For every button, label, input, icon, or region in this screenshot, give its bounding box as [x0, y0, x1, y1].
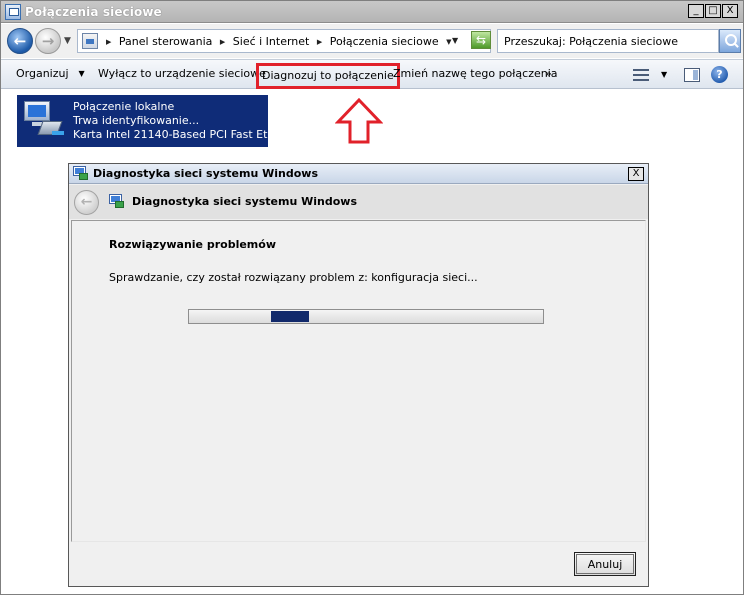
connection-adapter: Karta Intel 21140-Based PCI Fast Et...: [73, 128, 278, 141]
chevron-right-icon[interactable]: ▶: [106, 38, 111, 46]
address-row: ← → ▼ ▶ Panel sterowania ▶ Sieć i Intern…: [1, 24, 743, 58]
breadcrumb: ▶ Panel sterowania ▶ Sieć i Internet ▶ P…: [102, 35, 456, 48]
connection-name: Połączenie lokalne: [73, 100, 175, 113]
network-diagnostics-icon: [109, 194, 125, 209]
minimize-button[interactable]: _: [688, 4, 704, 18]
arrow-left-icon: ←: [80, 194, 93, 210]
network-connections-icon: [5, 4, 21, 20]
network-diagnostics-dialog: Diagnostyka sieci systemu Windows X ← Di…: [68, 163, 649, 587]
back-button[interactable]: ←: [7, 28, 33, 54]
change-view-icon[interactable]: [633, 68, 649, 82]
address-bar[interactable]: ▶ Panel sterowania ▶ Sieć i Internet ▶ P…: [77, 29, 491, 53]
history-dropdown-icon[interactable]: ▼: [64, 36, 71, 46]
dialog-back-button[interactable]: ←: [74, 190, 99, 215]
organize-menu[interactable]: Organizuj ▼: [16, 67, 85, 80]
disable-device-button[interactable]: Wyłącz to urządzenie sieciowe: [98, 67, 266, 80]
dialog-header: ← Diagnostyka sieci systemu Windows: [69, 185, 648, 219]
progress-marquee-chunk: [271, 311, 309, 322]
network-connections-window: Połączenia sieciowe _ □ X ← → ▼ ▶ Panel …: [0, 0, 744, 595]
breadcrumb-control-panel[interactable]: Panel sterowania: [119, 35, 213, 48]
list-item-local-connection[interactable]: Połączenie lokalne Trwa identyfikowanie.…: [17, 95, 278, 147]
section-heading: Rozwiązywanie problemów: [109, 238, 276, 251]
chevron-right-icon[interactable]: ▶: [220, 38, 225, 46]
chevron-down-icon: ▼: [78, 69, 85, 78]
refresh-button[interactable]: ⇆: [471, 31, 491, 49]
chevron-down-icon[interactable]: ▼: [446, 38, 451, 46]
refresh-icon: ⇆: [475, 33, 487, 47]
search-button[interactable]: [719, 29, 741, 53]
chevron-right-icon[interactable]: ▶: [317, 38, 322, 46]
dialog-header-title: Diagnostyka sieci systemu Windows: [132, 195, 358, 208]
cancel-button[interactable]: Anuluj: [574, 552, 636, 576]
command-bar: Organizuj ▼ Wyłącz to urządzenie sieciowe…: [1, 59, 743, 89]
preview-pane-icon[interactable]: [684, 68, 700, 82]
breadcrumb-network-internet[interactable]: Sieć i Internet: [233, 35, 310, 48]
progress-bar: [188, 309, 544, 324]
organize-label: Organizuj: [16, 67, 69, 80]
dialog-body: Rozwiązywanie problemów Sprawdzanie, czy…: [71, 220, 646, 542]
status-text: Sprawdzanie, czy został rozwiązany probl…: [109, 271, 478, 284]
connection-status: Trwa identyfikowanie...: [73, 114, 200, 127]
close-button[interactable]: X: [722, 4, 738, 18]
dialog-close-button[interactable]: X: [628, 167, 644, 181]
up-arrow-annotation-icon: [335, 98, 383, 144]
more-commands-button[interactable]: »: [545, 67, 552, 80]
forward-button[interactable]: →: [35, 28, 61, 54]
address-dropdown-icon[interactable]: ▼: [452, 36, 458, 45]
window-title: Połączenia sieciowe: [25, 5, 162, 19]
title-bar[interactable]: Połączenia sieciowe _ □ X: [1, 1, 743, 23]
network-diagnostics-icon: [73, 166, 89, 181]
search-box[interactable]: [497, 29, 719, 53]
diagnose-connection-button[interactable]: Diagnozuj to połączenie: [256, 63, 400, 89]
dialog-title-bar[interactable]: Diagnostyka sieci systemu Windows X: [69, 164, 648, 184]
breadcrumb-network-connections[interactable]: Połączenia sieciowe: [330, 35, 439, 48]
view-dropdown-icon[interactable]: ▼: [661, 70, 667, 79]
arrow-right-icon: →: [41, 32, 55, 50]
rename-connection-button[interactable]: Zmień nazwę tego połączenia: [393, 67, 558, 80]
arrow-left-icon: ←: [13, 32, 27, 50]
maximize-button[interactable]: □: [705, 4, 721, 18]
help-icon[interactable]: ?: [711, 66, 728, 83]
dialog-title: Diagnostyka sieci systemu Windows: [93, 167, 319, 180]
control-panel-icon: [82, 33, 98, 49]
search-input[interactable]: [498, 30, 718, 52]
network-adapter-icon: [22, 101, 64, 137]
